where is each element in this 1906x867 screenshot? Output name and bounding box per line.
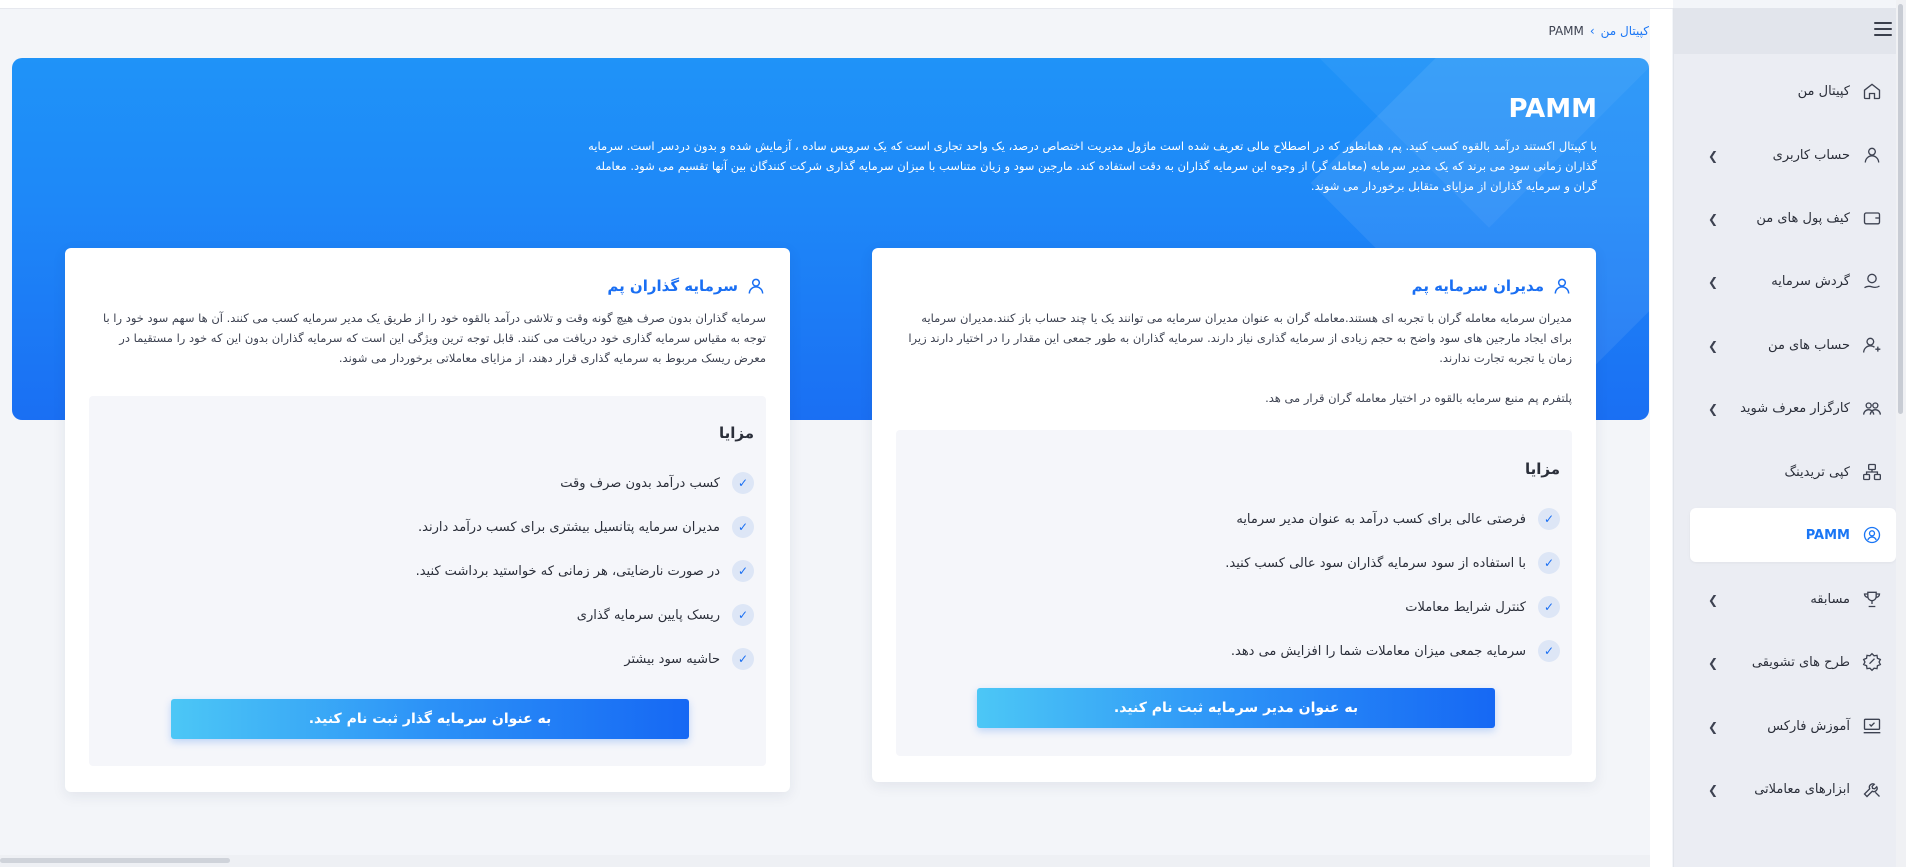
window-scrollbar[interactable] xyxy=(1896,0,1906,867)
list-item: ✓ مدیران سرمایه پتانسیل بیشتری برای کسب … xyxy=(418,516,754,538)
check-icon: ✓ xyxy=(732,472,754,494)
home-icon xyxy=(1860,79,1884,103)
accounts-icon xyxy=(1860,333,1884,357)
investors-benefits-title: مزایا xyxy=(718,424,754,442)
user-icon xyxy=(1860,143,1884,167)
top-border xyxy=(0,0,1673,9)
breadcrumb: کپیتال من ‹ PAMM xyxy=(1548,24,1649,38)
sidebar-item-copy-trading[interactable]: کپی تریدینگ xyxy=(1690,445,1896,499)
money-flow-icon xyxy=(1860,269,1884,293)
register-investor-button[interactable]: به عنوان سرمایه گذار ثبت نام کنید. xyxy=(171,699,689,739)
chevron-left-icon: ❮ xyxy=(1708,656,1719,670)
chevron-left-icon: ❮ xyxy=(1708,212,1719,226)
list-item: ✓ در صورت نارضایتی، هر زمانی که خواستید … xyxy=(416,560,754,582)
copy-trading-icon xyxy=(1860,460,1884,484)
investors-card: سرمایه گذاران پم سرمایه گذاران بدون صرف … xyxy=(65,248,790,792)
sidebar-item-become-broker[interactable]: کارگزار معرف شوید ❮ xyxy=(1690,381,1896,435)
managers-benefits-panel: مزایا ✓ فرصتی عالی برای کسب درآمد به عنو… xyxy=(896,430,1572,756)
chevron-left-icon: ❮ xyxy=(1708,593,1719,607)
badge-icon xyxy=(1860,650,1884,674)
check-icon: ✓ xyxy=(732,560,754,582)
list-item: ✓ کسب درآمد بدون صرف وقت xyxy=(560,472,754,494)
list-item: ✓ فرصتی عالی برای کسب درآمد به عنوان مدی… xyxy=(1236,508,1560,530)
education-icon xyxy=(1860,714,1884,738)
page-scrollbar-track xyxy=(1650,9,1672,867)
managers-card-description: مدیران سرمایه معامله گران با تجربه ای هس… xyxy=(908,311,1572,365)
menu-icon[interactable] xyxy=(1874,22,1892,36)
investors-card-title: سرمایه گذاران پم xyxy=(607,277,738,295)
investors-card-header: سرمایه گذاران پم xyxy=(607,276,766,296)
breadcrumb-home-link[interactable]: کپیتال من xyxy=(1601,24,1649,38)
sidebar-item-pamm[interactable]: PAMM xyxy=(1690,508,1896,562)
chevron-left-icon: ‹ xyxy=(1589,24,1595,38)
sidebar-item-wallets[interactable]: کیف پول های من ❮ xyxy=(1690,191,1896,245)
sidebar-item-my-capital[interactable]: کپیتال من xyxy=(1690,64,1896,118)
chevron-left-icon: ❮ xyxy=(1708,720,1719,734)
check-icon: ✓ xyxy=(1538,508,1560,530)
managers-card: مدیران سرمایه پم مدیران سرمایه معامله گر… xyxy=(872,248,1596,782)
investors-benefits-panel: مزایا ✓ کسب درآمد بدون صرف وقت ✓ مدیران … xyxy=(89,396,766,766)
breadcrumb-current: PAMM xyxy=(1548,24,1584,38)
list-item: ✓ سرمایه جمعی میزان معاملات شما را افزای… xyxy=(1231,640,1560,662)
trophy-icon xyxy=(1860,587,1884,611)
wallet-icon xyxy=(1860,206,1884,230)
group-icon xyxy=(1860,396,1884,420)
sidebar-item-account[interactable]: حساب کاربری ❮ xyxy=(1690,128,1896,182)
register-manager-button[interactable]: به عنوان مدیر سرمایه ثبت نام کنید. xyxy=(977,688,1495,728)
chevron-left-icon: ❮ xyxy=(1708,783,1719,797)
sidebar-item-money-flow[interactable]: گردش سرمایه ❮ xyxy=(1690,254,1896,308)
sidebar: کپیتال من حساب کاربری ❮ کیف پول های من ❮… xyxy=(1673,8,1906,867)
tools-icon xyxy=(1860,777,1884,801)
sidebar-item-incentives[interactable]: طرح های تشویقی ❮ xyxy=(1690,635,1896,689)
chevron-left-icon: ❮ xyxy=(1708,149,1719,163)
check-icon: ✓ xyxy=(1538,640,1560,662)
managers-card-header: مدیران سرمایه پم xyxy=(1412,276,1572,296)
sidebar-header xyxy=(1674,8,1906,54)
person-icon xyxy=(1554,278,1570,294)
investors-card-description: سرمایه گذاران بدون صرف هیچ گونه وقت و تل… xyxy=(102,311,766,365)
sidebar-item-contest[interactable]: مسابقه ❮ xyxy=(1690,572,1896,626)
check-icon: ✓ xyxy=(732,604,754,626)
check-icon: ✓ xyxy=(1538,552,1560,574)
list-item: ✓ با استفاده از سود سرمایه گذاران سود عا… xyxy=(1225,552,1560,574)
sidebar-item-my-accounts[interactable]: حساب های من ❮ xyxy=(1690,318,1896,372)
managers-benefits-title: مزایا xyxy=(1524,460,1560,478)
horizontal-scrollbar[interactable] xyxy=(0,855,1650,867)
sidebar-item-forex-education[interactable]: آموزش فارکس ❮ xyxy=(1690,699,1896,753)
managers-card-title: مدیران سرمایه پم xyxy=(1411,277,1544,295)
person-icon xyxy=(748,278,764,294)
pamm-icon xyxy=(1860,523,1884,547)
managers-card-note: پلتفرم پم منبع سرمایه بالقوه در اختیار م… xyxy=(1265,391,1572,405)
chevron-left-icon: ❮ xyxy=(1708,402,1719,416)
chevron-left-icon: ❮ xyxy=(1708,339,1719,353)
list-item: ✓ ریسک پایین سرمایه گذاری xyxy=(577,604,754,626)
sidebar-item-trading-tools[interactable]: ابزارهای معاملاتی ❮ xyxy=(1690,762,1896,816)
list-item: ✓ حاشیه سود بیشتر xyxy=(624,648,754,670)
check-icon: ✓ xyxy=(1538,596,1560,618)
list-item: ✓ کنترل شرایط معاملات xyxy=(1405,596,1560,618)
window-scrollbar-thumb[interactable] xyxy=(1898,4,1903,414)
horizontal-scrollbar-thumb[interactable] xyxy=(0,858,230,863)
page-title: PAMM xyxy=(1508,94,1597,124)
check-icon: ✓ xyxy=(732,648,754,670)
check-icon: ✓ xyxy=(732,516,754,538)
hero-description: با کپیتال اکستند درآمد بالقوه کسب کنید. … xyxy=(588,139,1597,193)
chevron-left-icon: ❮ xyxy=(1708,275,1719,289)
